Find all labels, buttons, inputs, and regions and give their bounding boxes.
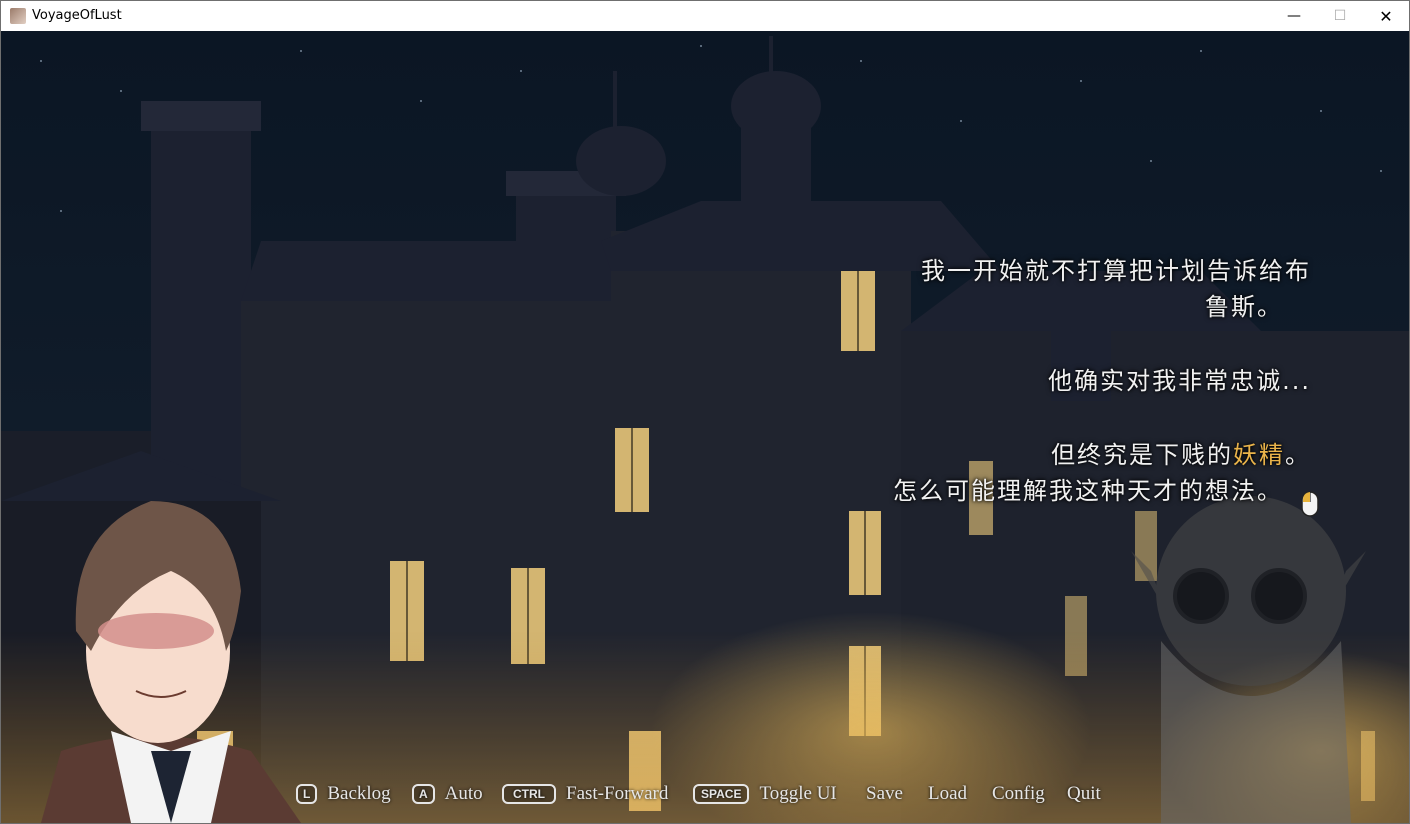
backlog-label: Backlog	[327, 783, 391, 804]
config-button[interactable]: Config	[992, 779, 1045, 809]
key-l-badge: L	[296, 784, 318, 804]
maximize-button[interactable]: ☐	[1317, 1, 1363, 31]
toggle-ui-button[interactable]: SPACE Toggle UI	[693, 779, 837, 809]
config-label: Config	[992, 783, 1045, 804]
window-title: VoyageOfLust	[32, 8, 122, 23]
fast-forward-label: Fast-Forward	[566, 783, 669, 804]
load-button[interactable]: Load	[928, 779, 967, 809]
dialogue-line-4-start: 但终究是下贱的	[1051, 441, 1233, 469]
key-ctrl-badge: CTRL	[502, 784, 556, 804]
title-bar[interactable]: VoyageOfLust — ☐ ✕	[1, 1, 1409, 31]
dialogue-line-2: 鲁斯。	[1205, 293, 1283, 321]
highlight-term: 妖精	[1233, 441, 1285, 469]
mouse-click-icon	[1301, 491, 1319, 517]
load-label: Load	[928, 783, 968, 804]
close-icon: ✕	[1379, 6, 1393, 26]
dialogue-line-3: 他确实对我非常忠诚...	[1048, 367, 1311, 395]
dialogue-line-5: 怎么可能理解我这种天才的想法。	[893, 477, 1283, 505]
game-screen[interactable]: 我一开始就不打算把计划告诉给布 鲁斯。 他确实对我非常忠诚... 但终究是下贱的…	[1, 31, 1409, 823]
minimize-icon: —	[1287, 8, 1301, 24]
quit-button[interactable]: Quit	[1067, 779, 1101, 809]
auto-label: Auto	[444, 783, 483, 804]
fast-forward-button[interactable]: CTRL Fast-Forward	[502, 779, 668, 809]
dialogue-text[interactable]: 我一开始就不打算把计划告诉给布 鲁斯。 他确实对我非常忠诚... 但终究是下贱的…	[781, 253, 1311, 509]
quick-menu: L Backlog A Auto CTRL Fast-Forward SPACE…	[1, 779, 1409, 809]
save-button[interactable]: Save	[866, 779, 903, 809]
dialogue-line-4: 但终究是下贱的妖精。	[781, 437, 1311, 473]
key-a-badge: A	[412, 784, 435, 804]
close-button[interactable]: ✕	[1363, 1, 1409, 31]
backlog-button[interactable]: L Backlog	[296, 779, 391, 809]
dialogue-line-4-end: 。	[1285, 441, 1311, 469]
quit-label: Quit	[1067, 783, 1101, 804]
toggle-ui-label: Toggle UI	[759, 783, 837, 804]
minimize-button[interactable]: —	[1271, 1, 1317, 31]
dialogue-line-1: 我一开始就不打算把计划告诉给布	[921, 257, 1311, 285]
auto-button[interactable]: A Auto	[412, 779, 483, 809]
game-window: VoyageOfLust — ☐ ✕ 我一开始就不打算把计划告诉给布 鲁斯。 他…	[0, 0, 1410, 824]
key-space-badge: SPACE	[693, 784, 750, 804]
maximize-icon: ☐	[1333, 8, 1347, 24]
save-label: Save	[866, 783, 903, 804]
app-icon	[10, 8, 26, 24]
